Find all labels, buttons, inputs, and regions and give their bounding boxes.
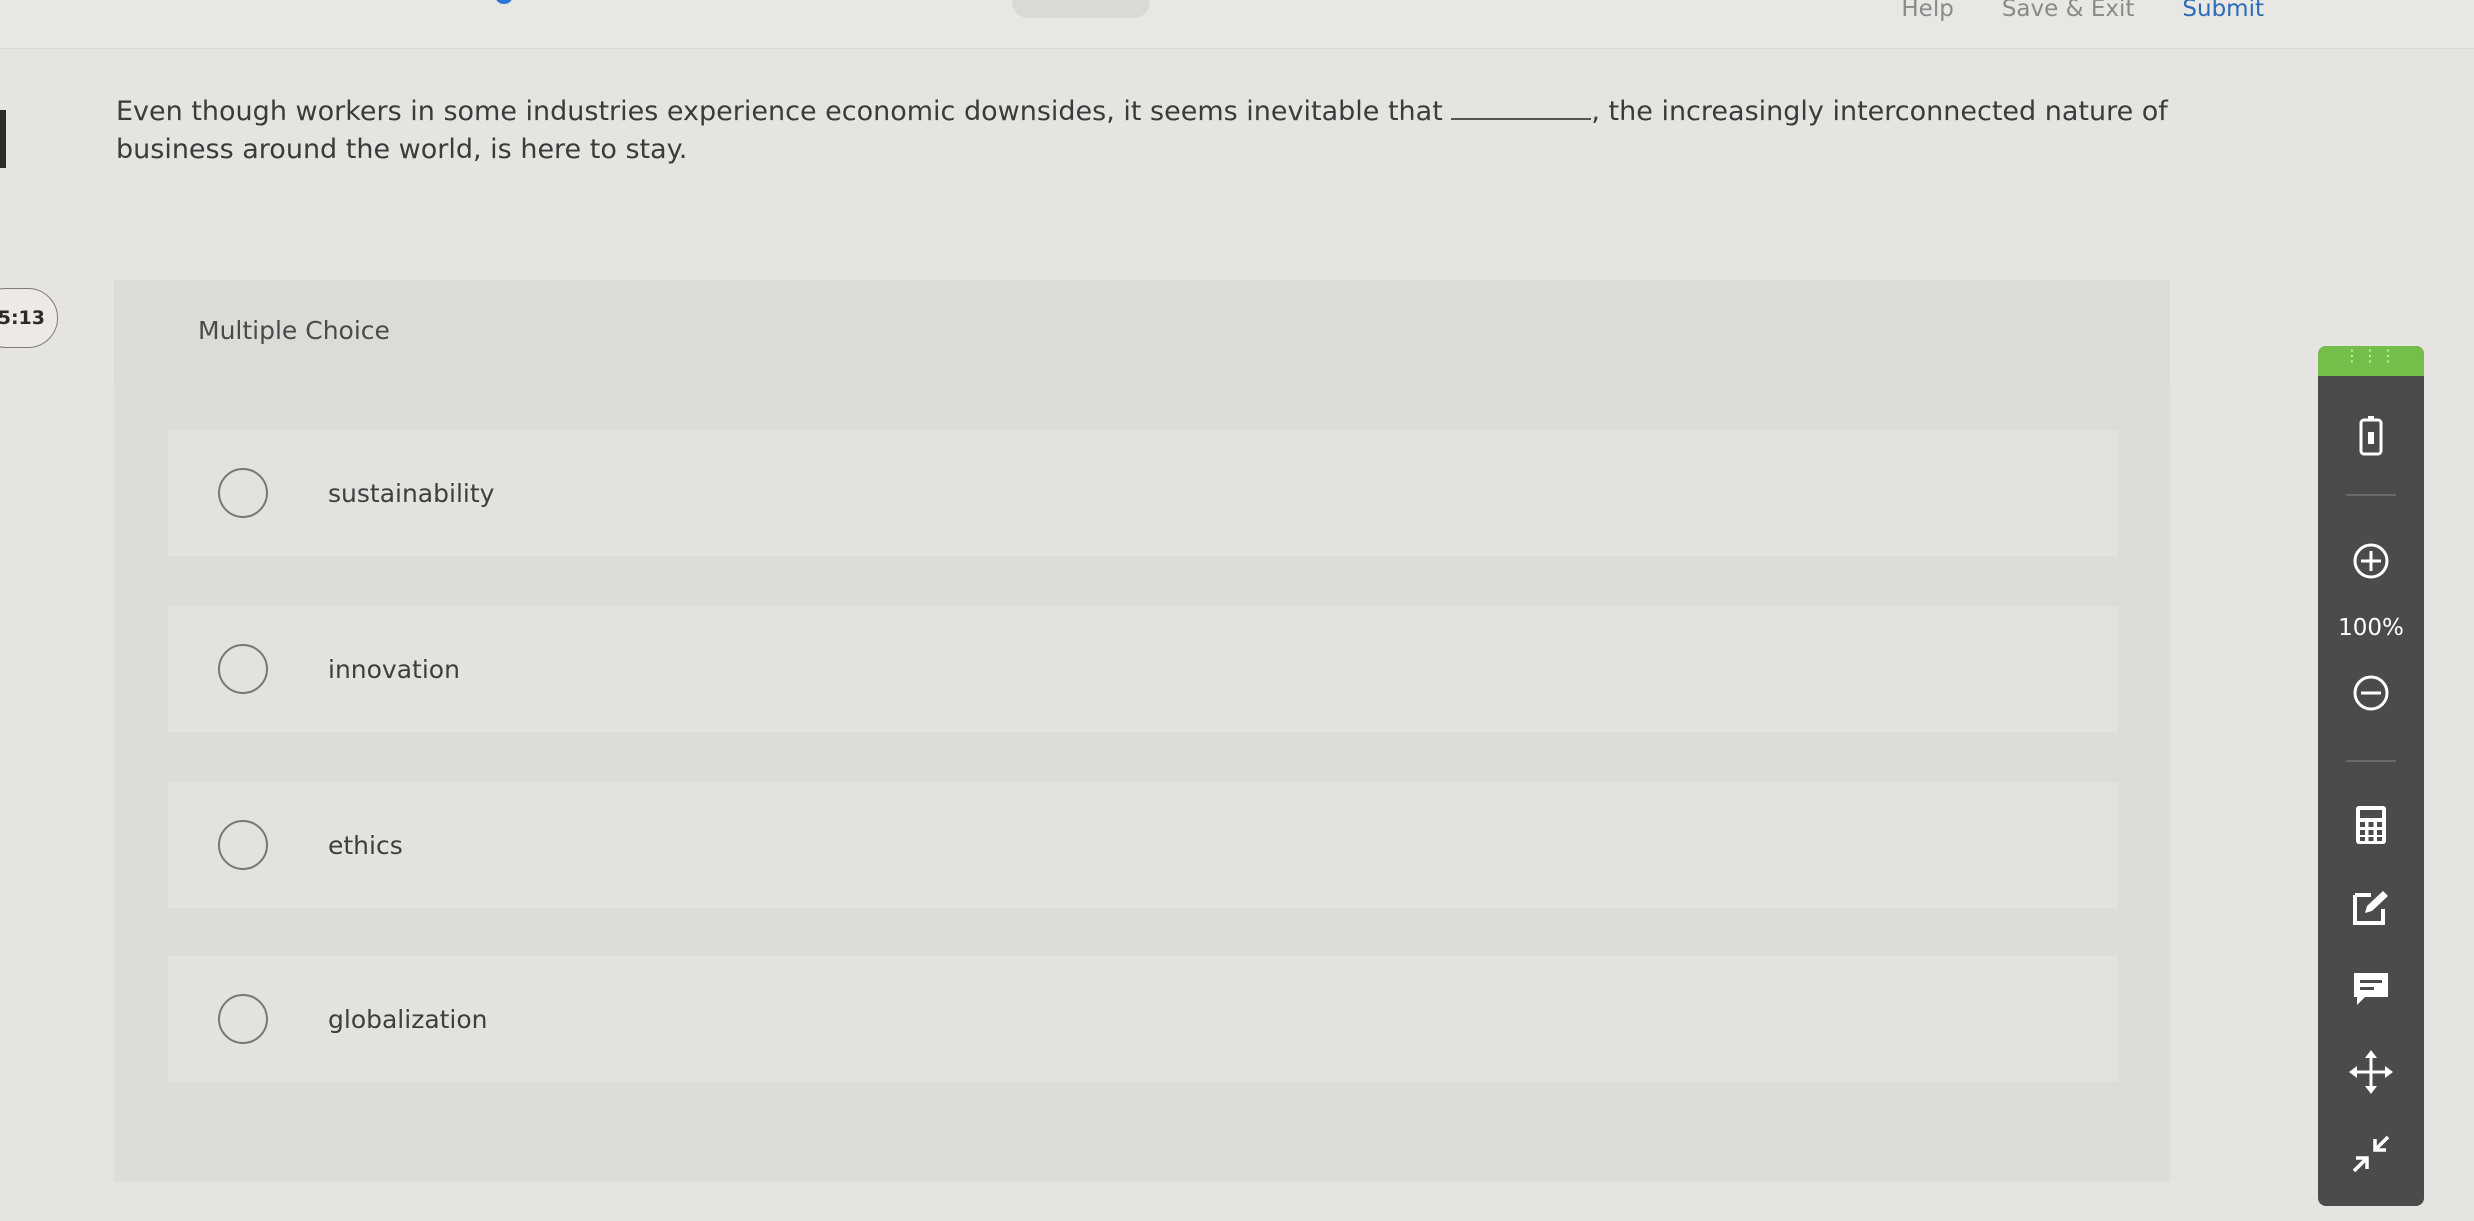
left-side-tab[interactable] (0, 110, 6, 168)
choice-label: sustainability (328, 478, 495, 508)
choice-innovation[interactable]: innovation (168, 606, 2118, 732)
progress-dot (496, 0, 512, 4)
calculator-icon[interactable] (2318, 800, 2424, 850)
choice-label: ethics (328, 830, 403, 860)
collapse-icon[interactable] (2318, 1126, 2424, 1182)
radio-button[interactable] (218, 820, 268, 870)
help-link[interactable]: Help (1901, 0, 1953, 22)
comment-icon[interactable] (2318, 964, 2424, 1014)
save-exit-link[interactable]: Save & Exit (2002, 0, 2135, 22)
choice-globalization[interactable]: globalization (168, 956, 2118, 1082)
question-type-header: Multiple Choice (114, 280, 2170, 380)
radio-button[interactable] (218, 644, 268, 694)
top-center-pill[interactable] (1012, 0, 1150, 18)
choice-label: globalization (328, 1004, 488, 1034)
toolbar-divider (2346, 760, 2396, 762)
drag-handle-icon[interactable]: ⋮⋮⋮ (2318, 346, 2424, 376)
top-bar: Help Save & Exit Submit (0, 0, 2474, 49)
question-type-label: Multiple Choice (198, 315, 390, 345)
answer-blank (1451, 92, 1592, 120)
question-text-before: Even though workers in some industries e… (116, 96, 1443, 127)
zoom-in-icon[interactable] (2318, 536, 2424, 586)
submit-link[interactable]: Submit (2182, 0, 2264, 22)
top-links: Help Save & Exit Submit (1901, 0, 2264, 22)
choice-ethics[interactable]: ethics (168, 782, 2118, 908)
zoom-level: 100% (2338, 615, 2404, 641)
choice-label: innovation (328, 654, 460, 684)
radio-button[interactable] (218, 468, 268, 518)
timer[interactable]: 55:13 (0, 288, 58, 348)
edit-icon[interactable] (2318, 882, 2424, 932)
radio-button[interactable] (218, 994, 268, 1044)
choice-sustainability[interactable]: sustainability (168, 430, 2118, 556)
question-prompt: Even though workers in some industries e… (116, 92, 2196, 169)
tools-toolbar: ⋮⋮⋮ 100% (2318, 346, 2424, 1206)
move-icon[interactable] (2318, 1046, 2424, 1098)
zoom-out-icon[interactable] (2318, 668, 2424, 718)
question-panel: Multiple Choice sustainability innovatio… (114, 280, 2170, 1182)
toolbar-divider (2346, 494, 2396, 496)
battery-icon[interactable] (2318, 408, 2424, 464)
